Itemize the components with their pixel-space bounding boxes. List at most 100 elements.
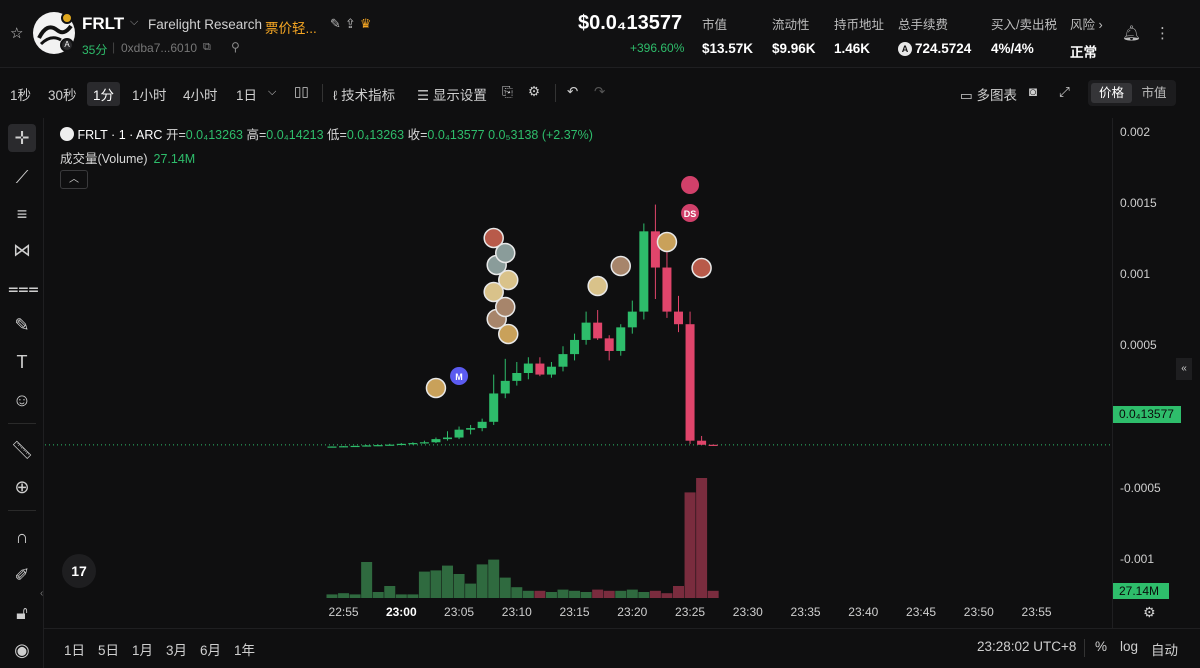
percent-toggle[interactable]: % [1095, 639, 1107, 654]
lock-drawing-icon[interactable]: ✐ [8, 561, 36, 589]
tab-market-cap[interactable]: 市值 [1134, 83, 1174, 103]
axis-settings-gear-icon[interactable]: ⚙ [1143, 604, 1156, 621]
volume-bar [649, 590, 661, 598]
interval-1d[interactable]: 1日 [236, 84, 257, 104]
volume-tag: 27.14M [1113, 583, 1169, 599]
legend-close-label: 收= [407, 128, 428, 142]
legend-high: 0.0₄14213 [266, 128, 324, 142]
copy-icon[interactable]: ⧉ [203, 41, 211, 54]
legend-symbol: FRLT · 1 · ARC [77, 128, 163, 142]
parallel-lines-icon[interactable]: ≡ [8, 200, 36, 228]
volume-bar [673, 586, 684, 598]
candle-body [535, 363, 545, 375]
token-warning-label[interactable]: 票价轻... [265, 17, 317, 37]
volume-bar [442, 565, 453, 598]
unlock-icon[interactable]: 🔓︎ [8, 599, 36, 627]
brush-icon[interactable]: ✎ [8, 311, 36, 339]
volume-bar [569, 590, 581, 598]
favorite-star-icon[interactable]: ☆ [10, 24, 23, 42]
magnet-icon[interactable]: ∩ [8, 523, 36, 551]
volume-bar [661, 593, 673, 598]
indicators-label: 技术指标 [341, 88, 396, 103]
volume-bar [361, 562, 373, 598]
emoji-icon[interactable]: ☺ [8, 386, 36, 414]
fib-icon[interactable]: ⩶ [8, 274, 39, 302]
range-1d[interactable]: 1日 [64, 639, 85, 659]
share-icon[interactable]: ⇪ [345, 16, 360, 31]
contract-address[interactable]: 0xdba7...6010 [121, 41, 197, 55]
collapse-legend-button[interactable]: ︿ [60, 170, 88, 189]
interval-30s[interactable]: 30秒 [48, 84, 77, 104]
scroll-left-icon[interactable]: ‹ [40, 588, 43, 599]
undo-icon[interactable]: ↶ [567, 84, 578, 100]
x-tick: 23:05 [444, 605, 475, 619]
chevron-down-icon[interactable]: ⌵ [130, 16, 138, 29]
chevron-down-icon[interactable]: ⌵ [268, 86, 276, 99]
crown-icon[interactable]: ♛ [360, 16, 376, 31]
camera-icon[interactable]: ◙ [1029, 84, 1037, 99]
candle-body [362, 445, 372, 447]
price-chart[interactable]: M DS [45, 118, 1110, 628]
indicators-icon: ℓ [333, 88, 338, 103]
volume-bar [534, 590, 546, 598]
trader-avatar-marker [498, 323, 519, 345]
tradingview-logo[interactable]: 17 [62, 554, 96, 588]
edit-icon[interactable]: ✎ [330, 16, 345, 31]
interval-1m[interactable]: 1分 [87, 82, 121, 106]
stat-risk[interactable]: 风险 › 正常 [1070, 14, 1103, 61]
display-settings-button[interactable]: ☰ 显示设置 [417, 84, 487, 104]
interval-4h[interactable]: 4小时 [183, 84, 218, 104]
trend-line-icon[interactable]: ⟋ [8, 163, 36, 191]
y-tick: 0.0015 [1120, 196, 1157, 210]
ruler-icon[interactable]: 📏︎ [8, 436, 36, 464]
fullscreen-icon[interactable]: ⤢ [1059, 84, 1070, 100]
clock[interactable]: 23:28:02 UTC+8 [977, 639, 1076, 654]
more-icon[interactable]: ⋮ [1155, 24, 1170, 42]
eye-icon[interactable]: ◉ [8, 636, 36, 664]
search-icon[interactable]: ⚲ [231, 40, 240, 54]
auto-toggle[interactable]: 自动 [1151, 639, 1178, 659]
volume-bar [638, 592, 650, 598]
candle-body [627, 311, 637, 328]
gear-icon[interactable]: ⚙ [528, 84, 540, 100]
stat-label[interactable]: 风险 › [1070, 14, 1103, 33]
tab-price[interactable]: 价格 [1091, 83, 1132, 103]
header-action-icons[interactable]: ✎⇪♛ [330, 16, 375, 32]
marker-diamond-badge [681, 176, 700, 194]
text-icon[interactable]: T [8, 348, 36, 376]
interval-1h[interactable]: 1小时 [132, 84, 167, 104]
crosshair-icon[interactable]: ✛ [8, 124, 36, 152]
legend-close: 0.0₄13577 [427, 128, 485, 142]
candle-body [697, 440, 707, 445]
divider [8, 423, 36, 424]
range-1y[interactable]: 1年 [234, 639, 255, 659]
indicators-button[interactable]: ℓ 技术指标 [333, 84, 395, 104]
expand-panel-icon[interactable]: « [1176, 358, 1192, 380]
display-settings-label: 显示设置 [432, 88, 487, 103]
redo-icon[interactable]: ↷ [594, 84, 605, 100]
x-tick: 23:45 [906, 605, 937, 619]
bell-plus-icon[interactable]: 🔔︎ [1122, 24, 1141, 42]
range-6m[interactable]: 6月 [200, 639, 221, 659]
candle-type-icon[interactable]: ▯▯ [294, 84, 309, 100]
pattern-icon[interactable]: ⋈ [8, 236, 36, 264]
range-5d[interactable]: 5日 [98, 639, 119, 659]
x-tick: 23:55 [1021, 605, 1052, 619]
zoom-in-icon[interactable]: ⊕ [8, 473, 36, 501]
interval-1s[interactable]: 1秒 [10, 84, 31, 104]
volume-bar [338, 593, 350, 598]
template-icon[interactable]: ⎘ [502, 84, 513, 100]
candle-body [419, 442, 429, 444]
candle-body [616, 327, 626, 351]
range-1m[interactable]: 1月 [132, 639, 153, 659]
log-toggle[interactable]: log [1120, 639, 1138, 654]
range-3m[interactable]: 3月 [166, 639, 187, 659]
candle-body [639, 231, 649, 312]
multi-chart-button[interactable]: ▭ 多图表 [960, 84, 1017, 104]
x-tick: 22:55 [328, 605, 359, 619]
volume-bar [499, 577, 511, 598]
legend-open: 0.0₄13263 [185, 128, 243, 142]
legend-low: 0.0₄13263 [346, 128, 405, 142]
x-tick: 23:25 [675, 605, 706, 619]
volume-value: 27.14M [153, 152, 196, 166]
